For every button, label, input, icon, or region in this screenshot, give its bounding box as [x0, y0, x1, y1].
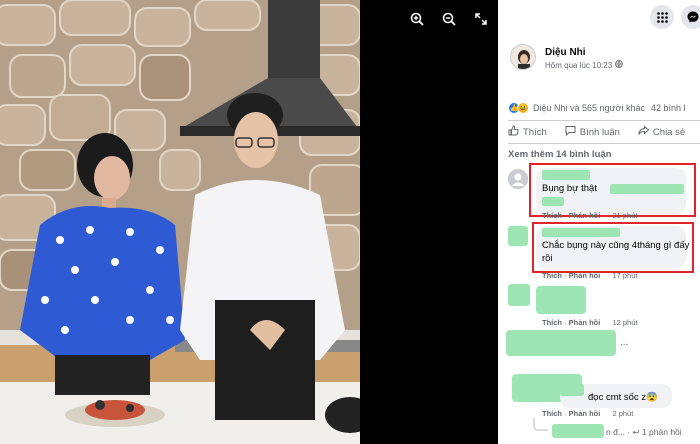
commenter-avatar[interactable] [508, 226, 528, 246]
highlight-box [529, 163, 696, 217]
comment-time[interactable]: 21 phút [612, 211, 637, 220]
comment-like-link[interactable]: Thích [542, 271, 562, 280]
reply-preview-text: n đ... [606, 427, 625, 437]
commenter-avatar[interactable] [508, 169, 528, 189]
reply-count[interactable]: 1 phản hồi [642, 427, 682, 437]
thumbs-up-icon [508, 125, 519, 139]
comment-reply-link[interactable]: Phản hồi [569, 271, 601, 280]
zoom-out-icon[interactable] [440, 10, 458, 28]
comment-button[interactable]: Bình luận [565, 125, 620, 139]
comment-like-link[interactable]: Thích [542, 318, 562, 327]
comment-meta: Thích · Phản hồi 12 phút [542, 318, 638, 327]
comment-reply-link[interactable]: Phản hồi [569, 318, 601, 327]
post-author: Diệu Nhi Hôm qua lúc 10:23 [510, 44, 624, 70]
comment-icon [565, 125, 576, 139]
like-label: Thích [523, 126, 547, 138]
comment-time[interactable]: 17 phút [612, 271, 637, 280]
comment-meta: Thích · Phản hồi 2 phút [542, 409, 634, 418]
zoom-in-icon[interactable] [408, 10, 426, 28]
reactions-text: Diệu Nhi và 565 người khác [533, 103, 645, 113]
comment-like-link[interactable]: Thích [542, 211, 562, 220]
reply-preview: n đ... · ↩ 1 phản hồi [606, 427, 682, 437]
kitchen-scene [0, 0, 360, 444]
censored-name [560, 384, 584, 396]
see-more-comments-link[interactable]: Xem thêm 14 bình luận [508, 149, 611, 160]
fullscreen-icon[interactable] [472, 10, 490, 28]
comment-label: Bình luận [579, 126, 620, 138]
comments-count[interactable]: 42 bình l [651, 103, 686, 113]
reply-connector-icon [533, 418, 548, 431]
author-avatar[interactable] [510, 44, 536, 70]
censored-comment [506, 330, 616, 356]
viewer-toolbar [408, 10, 490, 28]
more-options-icon[interactable]: ... [620, 337, 628, 348]
like-button[interactable]: Thích [508, 125, 547, 139]
share-label: Chia sẻ [652, 126, 686, 138]
divider [508, 143, 700, 144]
top-bar [498, 0, 700, 34]
divider [508, 120, 700, 121]
highlight-box [532, 222, 694, 273]
censored-comment [536, 286, 586, 314]
reactions-summary[interactable]: 👍 😆 Diệu Nhi và 565 người khác 42 bình l [508, 102, 686, 114]
comment-time[interactable]: 12 phút [612, 318, 637, 327]
comment-reply-link[interactable]: Phản hồi [569, 211, 601, 220]
globe-icon [615, 60, 624, 70]
comment-text-body: đọc cmt sốc z [588, 392, 647, 403]
post-side-panel: Diệu Nhi Hôm qua lúc 10:23 👍 😆 Diệu Nhi … [498, 0, 700, 444]
author-name[interactable]: Diệu Nhi [545, 47, 623, 58]
haha-reaction-icon: 😆 [517, 102, 529, 114]
commenter-avatar[interactable] [508, 284, 530, 306]
comment-meta: Thích · Phản hồi 17 phút [542, 271, 638, 280]
comment-time[interactable]: 2 phút [612, 409, 633, 418]
comment-text: đọc cmt sốc z😨 [588, 392, 658, 404]
comment-reply-link[interactable]: Phản hồi [569, 409, 601, 418]
post-actions: Thích Bình luận Chia sẻ [508, 125, 685, 139]
comment-meta: Thích · Phản hồi 21 phút [542, 211, 638, 220]
post-photo[interactable] [0, 0, 360, 444]
censored-replier [552, 424, 604, 438]
photo-viewer [0, 0, 498, 444]
menu-grid-icon[interactable] [650, 5, 674, 29]
share-icon [638, 125, 650, 139]
messenger-icon[interactable] [681, 5, 700, 29]
post-time-text: Hôm qua lúc 10:23 [545, 60, 613, 70]
comment-like-link[interactable]: Thích [542, 409, 562, 418]
post-timestamp[interactable]: Hôm qua lúc 10:23 [545, 60, 624, 70]
shocked-emoji: 😨 [646, 392, 658, 403]
reply-count-icon: ↩ [632, 427, 640, 437]
share-button[interactable]: Chia sẻ [638, 125, 685, 139]
